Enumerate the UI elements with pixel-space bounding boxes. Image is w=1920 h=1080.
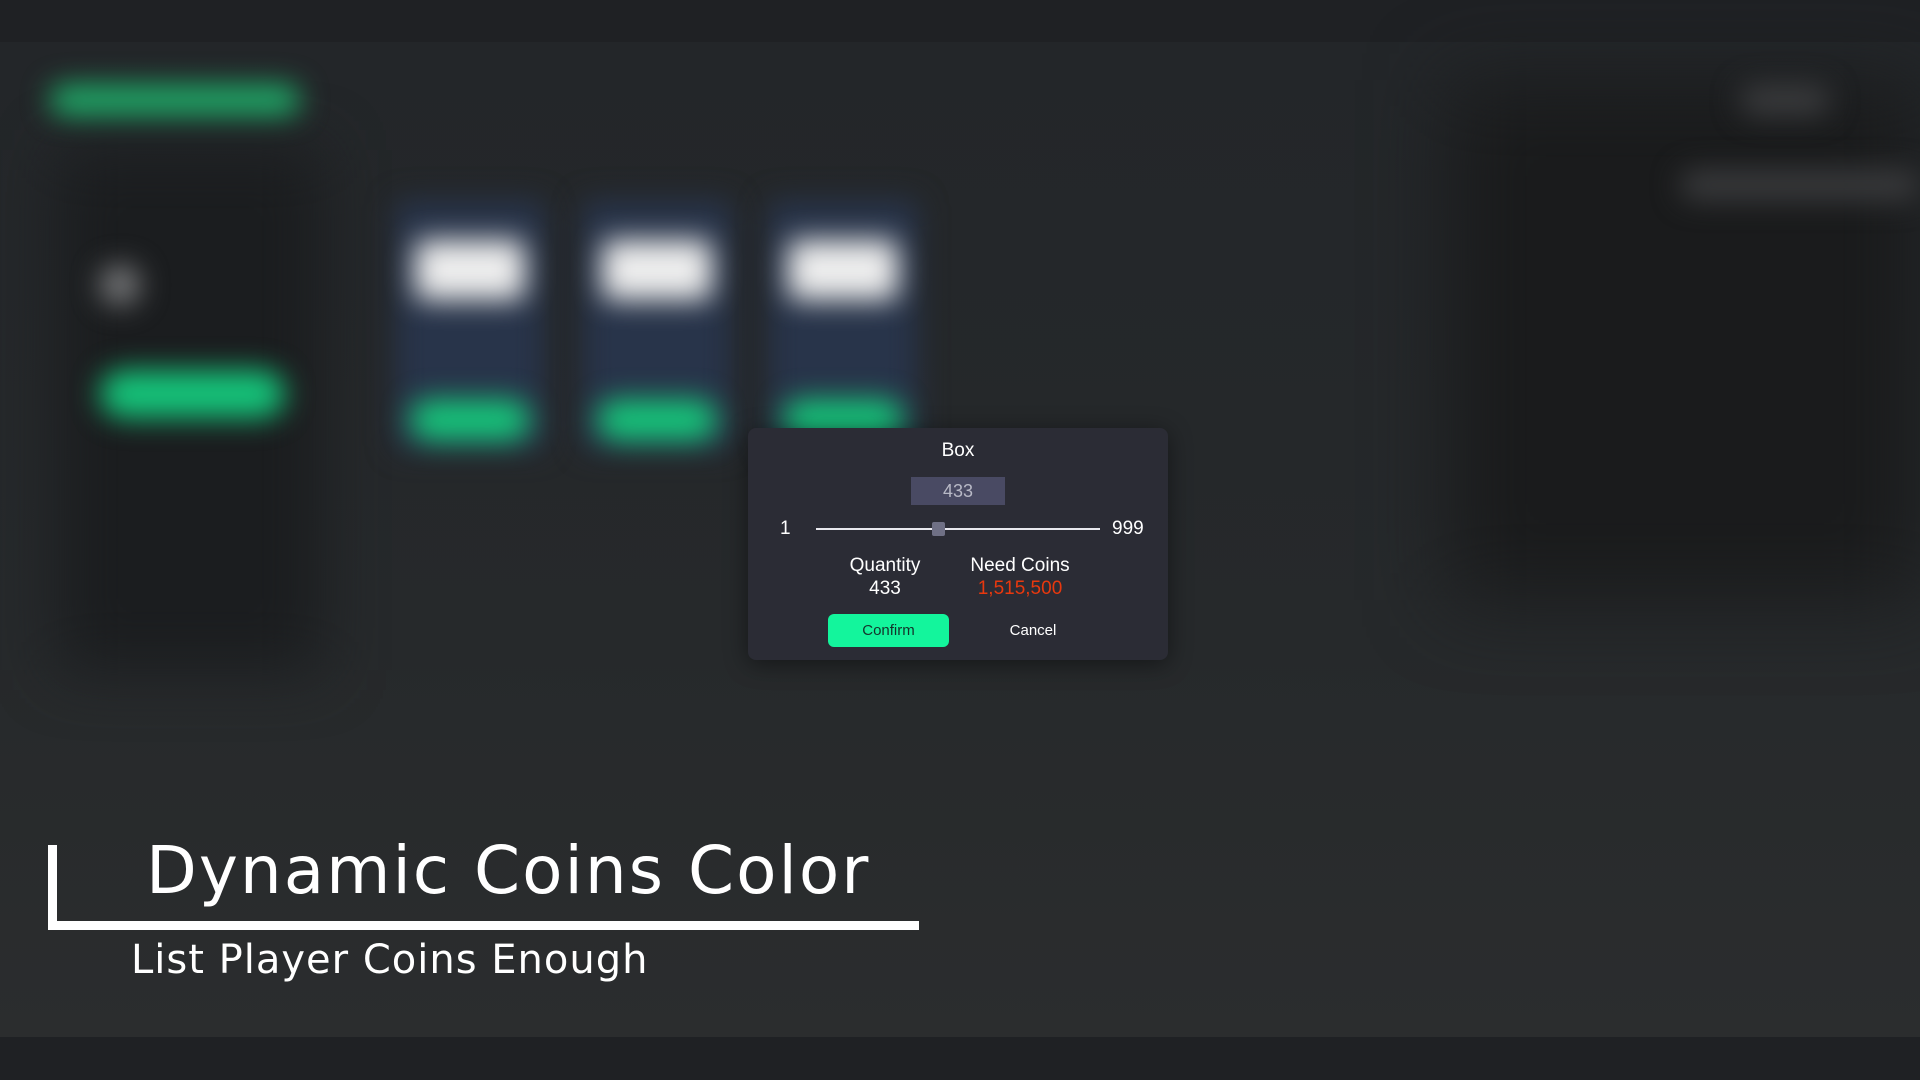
background-left-button [100,370,285,418]
background-avatar [100,265,140,305]
background-logo [50,85,300,115]
dialog-title: Box [941,440,975,461]
caption-title: Dynamic Coins Color [146,832,871,909]
background-right-column [1450,80,1920,600]
quantity-label: Quantity [849,555,921,576]
caption-subtitle: List Player Coins Enough [131,937,649,983]
caption-frame-vertical [48,845,57,930]
background-card-image [602,240,712,300]
cancel-button[interactable]: Cancel [978,614,1088,647]
purchase-dialog: Box 1 999 Quantity 433 Need Coins 1,515,… [748,428,1168,660]
quantity-slider-track[interactable] [816,528,1100,530]
confirm-button[interactable]: Confirm [828,614,949,647]
need-coins-value: 1,515,500 [977,578,1063,599]
caption-frame-underline [48,921,919,930]
slider-min-label: 1 [780,518,791,539]
app-window: Box 1 999 Quantity 433 Need Coins 1,515,… [0,0,1920,1080]
need-coins-label: Need Coins [970,555,1070,576]
background-top-right-widget [1740,85,1830,115]
background-card-image [415,240,525,300]
background-card-button [597,400,717,440]
background-card-button [410,400,530,440]
background-right-bar [1680,170,1920,200]
quantity-slider-thumb[interactable] [932,522,946,536]
quantity-input[interactable] [911,477,1005,505]
background-card-image [788,240,898,300]
quantity-value: 433 [869,578,901,599]
slider-max-label: 999 [1112,518,1144,539]
